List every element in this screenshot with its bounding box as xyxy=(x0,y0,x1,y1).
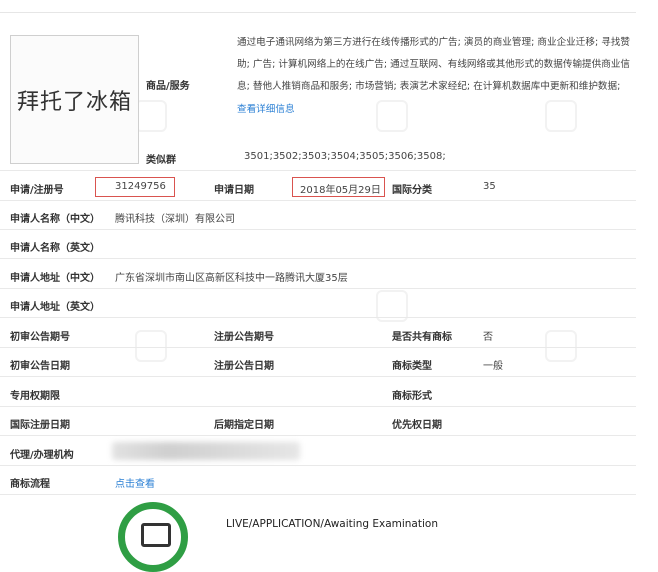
priority-date-label: 优先权日期 xyxy=(392,420,442,431)
reg-pub-no-label: 注册公告期号 xyxy=(214,332,274,343)
trademark-detail-page: 拜托了冰箱 商品/服务 通过电子通讯网络为第三方进行在线传播形式的广告; 演员的… xyxy=(0,0,658,572)
applicant-en-label: 申请人名称（英文） xyxy=(10,243,100,254)
mark-type-label: 商标类型 xyxy=(392,361,432,372)
trademark-image: 拜托了冰箱 xyxy=(10,35,139,164)
row-divider xyxy=(0,406,636,407)
goods-services-label: 商品/服务 xyxy=(146,81,190,92)
agent-label: 代理/办理机构 xyxy=(10,450,74,461)
address-en-label: 申请人地址（英文） xyxy=(10,302,100,313)
row-divider xyxy=(0,435,636,436)
exclusive-period-label: 专用权期限 xyxy=(10,391,60,402)
app-date-value: 2018年05月29日 xyxy=(300,185,381,196)
process-label: 商标流程 xyxy=(10,479,50,490)
address-cn-label: 申请人地址（中文） xyxy=(10,273,100,284)
status-icon xyxy=(118,502,188,572)
reg-no-value: 31249756 xyxy=(115,181,166,192)
row-divider xyxy=(0,288,636,289)
goods-services-value: 通过电子通讯网络为第三方进行在线传播形式的广告; 演员的商业管理; 商业企业迁移… xyxy=(237,37,631,93)
watermark-icon xyxy=(135,100,167,132)
mark-type-value: 一般 xyxy=(483,361,503,372)
agent-value-redacted xyxy=(112,442,300,460)
status-text: LIVE/APPLICATION/Awaiting Examination xyxy=(226,518,438,530)
intl-reg-date-label: 国际注册日期 xyxy=(10,420,70,431)
row-divider xyxy=(0,347,636,348)
row-divider xyxy=(0,229,636,230)
reg-pub-date-label: 注册公告日期 xyxy=(214,361,274,372)
later-date-label: 后期指定日期 xyxy=(214,420,274,431)
similar-group-value: 3501;3502;3503;3504;3505;3506;3508; xyxy=(244,151,446,162)
address-cn-value: 广东省深圳市南山区高新区科技中一路腾讯大厦35层 xyxy=(115,273,348,284)
process-view-link[interactable]: 点击查看 xyxy=(115,475,155,490)
row-divider xyxy=(0,465,636,466)
mark-form-label: 商标形式 xyxy=(392,391,432,402)
app-date-label: 申请日期 xyxy=(214,185,254,196)
applicant-cn-label: 申请人名称（中文） xyxy=(10,214,100,225)
prelim-pub-no-label: 初审公告期号 xyxy=(10,332,70,343)
row-divider xyxy=(0,494,636,495)
intl-class-value: 35 xyxy=(483,181,496,192)
top-divider xyxy=(0,12,636,13)
row-divider xyxy=(0,200,636,201)
reg-no-label: 申请/注册号 xyxy=(10,185,64,196)
view-details-link[interactable]: 查看详细信息 xyxy=(237,104,295,115)
watermark-icon xyxy=(545,330,577,362)
status-icon-inner xyxy=(141,523,171,547)
shared-value: 否 xyxy=(483,332,493,343)
similar-group-label: 类似群 xyxy=(146,155,176,166)
prelim-pub-date-label: 初审公告日期 xyxy=(10,361,70,372)
row-divider xyxy=(0,258,636,259)
row-divider xyxy=(0,376,636,377)
intl-class-label: 国际分类 xyxy=(392,185,432,196)
row-divider xyxy=(0,317,636,318)
watermark-icon xyxy=(135,330,167,362)
goods-services-text: 通过电子通讯网络为第三方进行在线传播形式的广告; 演员的商业管理; 商业企业迁移… xyxy=(237,32,632,121)
row-divider xyxy=(0,170,636,171)
applicant-cn-value: 腾讯科技（深圳）有限公司 xyxy=(115,214,235,225)
trademark-image-text: 拜托了冰箱 xyxy=(16,89,132,115)
shared-label: 是否共有商标 xyxy=(392,332,452,343)
